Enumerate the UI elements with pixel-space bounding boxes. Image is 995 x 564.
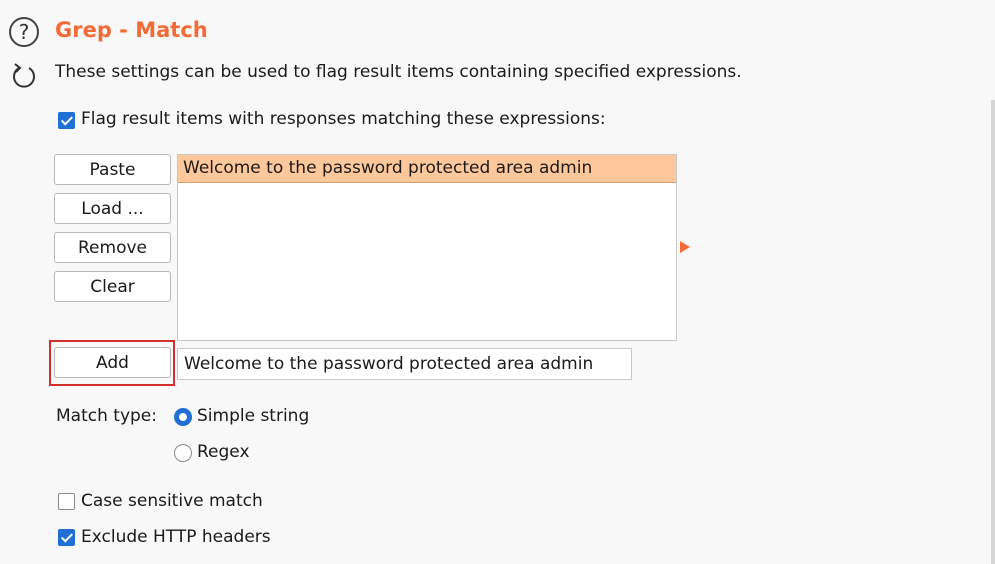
match-type-label: Match type: [56, 406, 157, 426]
case-sensitive-label: Case sensitive match [81, 491, 263, 511]
simple-string-radio[interactable] [174, 408, 192, 426]
expressions-list[interactable]: Welcome to the password protected area a… [177, 154, 677, 341]
simple-string-label: Simple string [197, 406, 310, 426]
section-title: Grep - Match [55, 18, 208, 42]
help-icon[interactable]: ? [9, 17, 39, 47]
case-sensitive-checkbox[interactable] [58, 493, 75, 510]
exclude-headers-label: Exclude HTTP headers [81, 527, 271, 547]
flag-results-label: Flag result items with responses matchin… [81, 109, 606, 129]
refresh-icon[interactable] [10, 60, 40, 90]
paste-button[interactable]: Paste [54, 154, 171, 185]
list-item[interactable]: Welcome to the password protected area a… [178, 155, 676, 183]
scrollbar[interactable] [991, 100, 995, 564]
expression-input[interactable] [177, 348, 632, 380]
expand-arrow-icon[interactable] [680, 241, 690, 253]
load-button[interactable]: Load ... [54, 193, 171, 224]
regex-label: Regex [197, 442, 250, 462]
flag-results-checkbox[interactable] [58, 112, 75, 129]
remove-button[interactable]: Remove [54, 232, 171, 263]
exclude-headers-checkbox[interactable] [58, 529, 75, 546]
regex-radio[interactable] [174, 444, 192, 462]
clear-button[interactable]: Clear [54, 271, 171, 302]
section-description: These settings can be used to flag resul… [55, 62, 742, 82]
add-button[interactable]: Add [54, 347, 171, 378]
grep-match-panel: ? Grep - Match These settings can be use… [0, 0, 995, 564]
